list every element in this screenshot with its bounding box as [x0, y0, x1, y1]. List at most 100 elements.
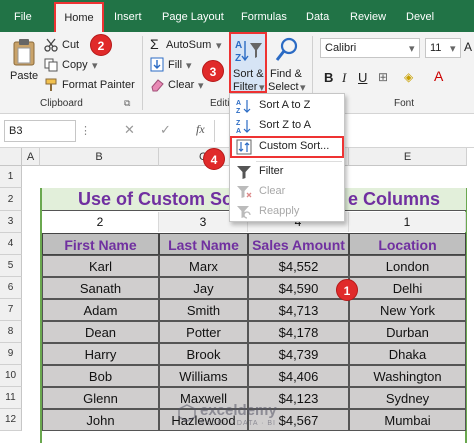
menu-item-sort-a-to-z[interactable]: A Z Sort A to Z — [230, 96, 344, 116]
column-header-e[interactable]: E — [349, 148, 467, 166]
find-select-label-line1: Find & — [270, 68, 302, 80]
menu-item-custom-sort[interactable]: Custom Sort... — [230, 136, 344, 158]
menu-item-label: Reapply — [259, 205, 300, 217]
cancel-icon[interactable]: ✕ — [124, 122, 135, 138]
table-cell[interactable]: Karl — [42, 255, 159, 277]
font-color-icon[interactable]: A — [434, 68, 443, 84]
italic-icon[interactable]: I — [342, 70, 346, 86]
column-header-b[interactable]: B — [40, 148, 159, 166]
enter-check-icon[interactable]: ✓ — [160, 122, 171, 138]
tab-insert[interactable]: Insert — [114, 0, 142, 32]
table-cell[interactable]: Williams — [159, 365, 248, 387]
autosum-button[interactable]: Σ AutoSum ▾ — [150, 36, 228, 54]
fill-button[interactable]: Fill ▾ — [150, 56, 210, 74]
table-cell[interactable]: Bob — [42, 365, 159, 387]
table-cell[interactable]: $4,552 — [248, 255, 349, 277]
font-family-select[interactable]: Calibri ▾ — [320, 38, 420, 58]
table-cell[interactable]: New York — [349, 299, 466, 321]
tab-formulas[interactable]: Formulas — [241, 0, 287, 32]
select-all-corner[interactable] — [0, 148, 22, 166]
table-cell[interactable]: Washington — [349, 365, 466, 387]
grow-font-icon[interactable]: A — [464, 40, 472, 54]
menu-item-clear[interactable]: Clear — [230, 182, 344, 202]
ribbon-tab-bar: File Home Insert Page Layout Formulas Da… — [0, 0, 474, 32]
table-cell[interactable]: Dhaka — [349, 343, 466, 365]
font-family-value: Calibri — [325, 42, 357, 54]
table-cell[interactable]: Durban — [349, 321, 466, 343]
table-cell[interactable]: Sanath — [42, 277, 159, 299]
insert-function-icon[interactable]: fx — [196, 122, 205, 137]
tab-developer[interactable]: Devel — [406, 0, 434, 32]
table-header-cell[interactable]: Last Name — [159, 233, 248, 255]
borders-icon[interactable]: ⊞ — [378, 70, 388, 84]
table-cell[interactable]: Sydney — [349, 387, 466, 409]
font-size-value: 11 — [430, 42, 442, 54]
find-select-button[interactable]: Find & Select ▾ — [268, 34, 306, 94]
row-header-9[interactable]: 9 — [0, 343, 22, 365]
menu-item-label: Sort A to Z — [259, 99, 311, 111]
table-cell[interactable]: Jay — [159, 277, 248, 299]
table-cell[interactable]: London — [349, 255, 466, 277]
row-header-3[interactable]: 3 — [0, 211, 22, 233]
editing-group-label: Editi — [210, 98, 230, 109]
clipboard-launcher-icon[interactable]: ⧉ — [124, 98, 130, 109]
row-header-5[interactable]: 5 — [0, 255, 22, 277]
row-header-1[interactable]: 1 — [0, 166, 22, 188]
find-select-label-line2: Select — [268, 81, 299, 93]
table-cell[interactable]: Glenn — [42, 387, 159, 409]
tab-page-layout[interactable]: Page Layout — [162, 0, 224, 32]
tab-review[interactable]: Review — [350, 0, 386, 32]
name-box-chevron-icon[interactable]: ⋮ — [80, 124, 91, 137]
row-header-6[interactable]: 6 — [0, 277, 22, 299]
svg-text:A: A — [236, 100, 241, 107]
format-painter-label: Format Painter — [62, 79, 135, 91]
table-cell[interactable]: Smith — [159, 299, 248, 321]
tab-data[interactable]: Data — [306, 0, 329, 32]
row-header-8[interactable]: 8 — [0, 321, 22, 343]
menu-item-sort-z-to-a[interactable]: Z A Sort Z to A — [230, 116, 344, 136]
table-cell[interactable]: Mumbai — [349, 409, 466, 431]
row-header-4[interactable]: 4 — [0, 233, 22, 255]
row-header-10[interactable]: 10 — [0, 365, 22, 387]
table-cell[interactable]: Potter — [159, 321, 248, 343]
table-cell[interactable]: Marx — [159, 255, 248, 277]
format-painter-button[interactable]: Format Painter — [44, 76, 135, 94]
menu-item-reapply[interactable]: Reapply — [230, 202, 344, 222]
eraser-icon — [151, 79, 164, 92]
copy-dropdown-chevron-icon[interactable]: ▾ — [92, 59, 98, 72]
paintbrush-icon — [45, 78, 57, 91]
table-cell[interactable]: Harry — [42, 343, 159, 365]
table-cell[interactable]: John — [42, 409, 159, 431]
font-size-select[interactable]: 11 ▾ — [425, 38, 461, 58]
table-cell[interactable]: $4,713 — [248, 299, 349, 321]
reapply-filter-icon — [237, 206, 251, 219]
paste-button[interactable]: Paste — [6, 36, 42, 94]
row-header-12[interactable]: 12 — [0, 409, 22, 431]
sort-order-cell[interactable]: 2 — [42, 212, 159, 232]
fill-color-icon[interactable]: ◈ — [404, 70, 413, 84]
copy-button[interactable]: Copy ▾ — [44, 56, 114, 74]
tab-file[interactable]: File — [14, 0, 32, 32]
table-cell[interactable]: $4,406 — [248, 365, 349, 387]
table-cell[interactable]: $4,178 — [248, 321, 349, 343]
menu-item-filter[interactable]: Filter — [230, 162, 344, 182]
table-header-cell[interactable]: Location — [349, 233, 466, 255]
table-cell[interactable]: Brook — [159, 343, 248, 365]
column-header-a[interactable]: A — [22, 148, 40, 166]
row-header-7[interactable]: 7 — [0, 299, 22, 321]
table-header-cell[interactable]: Sales Amount — [248, 233, 349, 255]
table-cell[interactable]: Adam — [42, 299, 159, 321]
tab-home[interactable]: Home — [54, 2, 104, 32]
sort-order-cell[interactable]: 1 — [349, 212, 466, 232]
underline-icon[interactable]: U — [358, 70, 367, 85]
table-cell[interactable]: Delhi — [349, 277, 466, 299]
sort-filter-button[interactable]: A Z Sort & Filter ▾ — [229, 32, 267, 94]
table-cell[interactable]: $4,590 — [248, 277, 349, 299]
name-box[interactable]: B3 — [4, 120, 76, 142]
table-cell[interactable]: $4,739 — [248, 343, 349, 365]
table-cell[interactable]: Dean — [42, 321, 159, 343]
table-header-cell[interactable]: First Name — [42, 233, 159, 255]
bold-icon[interactable]: B — [324, 70, 333, 85]
row-header-2[interactable]: 2 — [0, 188, 22, 211]
row-header-11[interactable]: 11 — [0, 387, 22, 409]
